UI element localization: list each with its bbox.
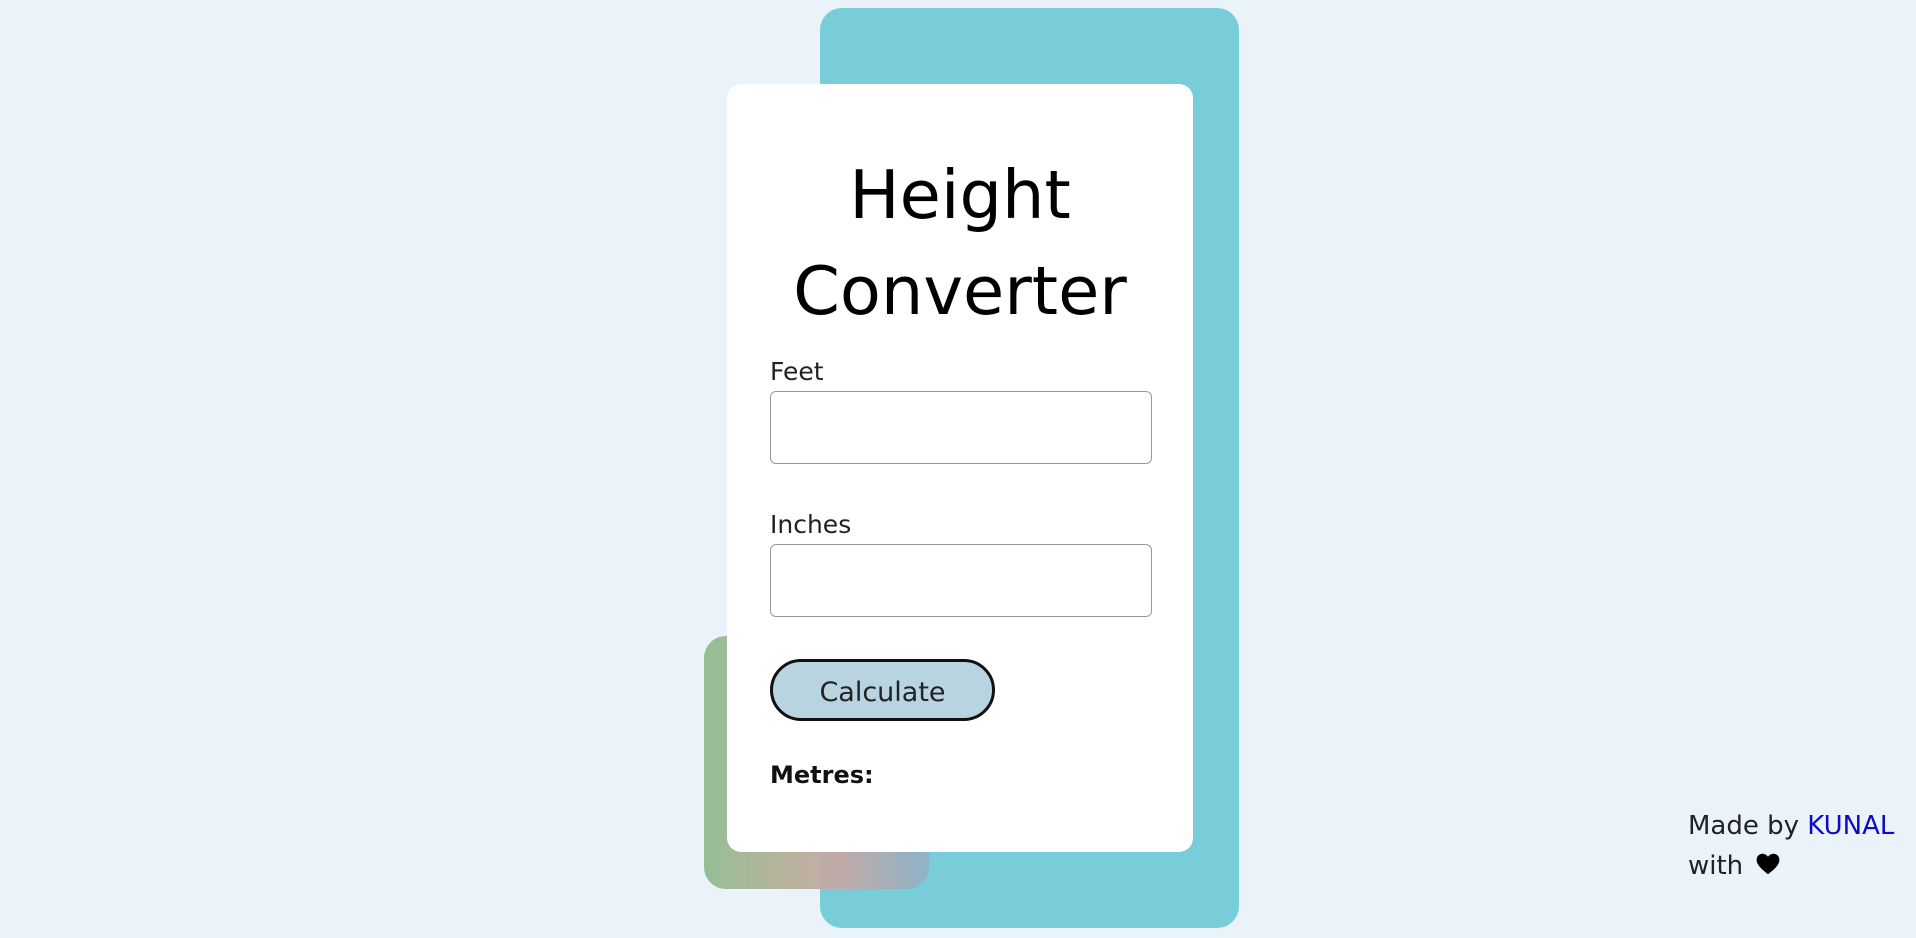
title-line-1: Height [849,156,1071,234]
title-line-2: Converter [793,252,1127,330]
converter-card: Height Converter Feet Inches Calculate Me… [727,84,1193,852]
feet-input[interactable] [770,391,1152,464]
footer-credit: Made by KUNAL with [1688,806,1894,886]
result-label: Metres: [770,761,874,789]
inches-input[interactable] [770,544,1152,617]
result-row: Metres: [770,761,1150,789]
inches-label: Inches [770,510,852,539]
page: Height Converter Feet Inches Calculate Me… [0,0,1916,938]
feet-label: Feet [770,357,824,386]
author-link[interactable]: KUNAL [1807,811,1894,841]
made-by-text: Made by [1688,811,1800,841]
page-title: Height Converter [770,84,1150,339]
calculate-button[interactable]: Calculate [770,659,995,721]
heart-icon [1755,849,1781,875]
with-text: with [1688,851,1744,881]
